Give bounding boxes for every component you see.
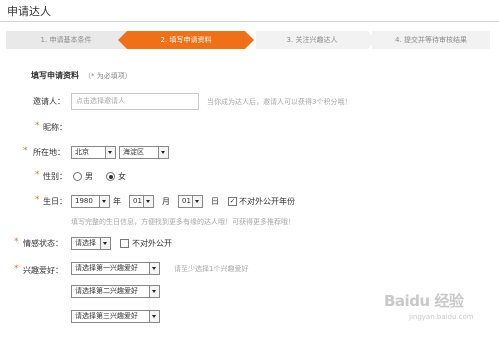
interest-1-select[interactable]: 请选择第一兴趣爱好 (71, 262, 160, 275)
chevron-down-icon (158, 147, 168, 158)
nickname-label: 昵称： (43, 123, 67, 132)
relationship-label: 情感状态： (23, 239, 63, 248)
step-arrow-active (245, 31, 254, 49)
month-unit: 月 (162, 197, 170, 206)
interest-3-value: 请选择第三兴趣爱好 (75, 312, 138, 320)
chevron-down-icon (192, 196, 202, 207)
required-star: * (35, 170, 40, 180)
step-1-label: 1. 申请基本条件 (40, 36, 92, 44)
hide-year-checkbox[interactable]: ✓ (228, 197, 237, 206)
required-star: * (35, 121, 40, 131)
gender-male-label: 男 (85, 172, 93, 181)
hide-year-label: 不对外公开年份 (239, 197, 295, 206)
required-note: （* 为必填项） (84, 72, 132, 80)
day-unit: 日 (211, 197, 219, 206)
chevron-down-icon (143, 196, 153, 207)
province-select[interactable]: 北京 (71, 146, 116, 159)
interest-2-value: 请选择第二兴趣爱好 (75, 287, 138, 295)
province-value: 北京 (75, 148, 89, 156)
inviter-hint: 当你成为达人后，邀请人可以获得3个积分哦！ (207, 98, 352, 106)
step-2-label: 2. 填写申请资料 (160, 36, 212, 44)
inviter-input[interactable]: 点击选择邀请人 (71, 93, 199, 110)
relationship-value: 请选择 (75, 239, 96, 247)
birth-day-value: 01 (182, 197, 191, 205)
gender-label: 性别： (43, 172, 67, 181)
chevron-down-icon (99, 196, 109, 207)
step-progress: 1. 申请基本条件 2. 填写申请资料 3. 关注兴趣达人 4. 提交并等待审核… (6, 31, 490, 49)
step-1: 1. 申请基本条件 (6, 31, 126, 49)
relationship-select[interactable]: 请选择 (71, 237, 111, 250)
birth-month-value: 01 (133, 197, 142, 205)
required-star: * (14, 237, 19, 247)
birthday-hint: 填写完整的生日信息，方便找到更多有缘的达人哦！可获得更多推荐哦！ (71, 218, 295, 226)
required-star: * (23, 146, 28, 156)
chevron-down-icon (149, 286, 159, 297)
title-divider (0, 21, 499, 22)
interest-3-select[interactable]: 请选择第三兴趣爱好 (71, 310, 160, 323)
birth-year-value: 1980 (75, 197, 93, 205)
chevron-down-icon (100, 238, 110, 249)
hide-relationship-label: 不对外公开 (132, 239, 172, 248)
watermark-url: jingyan.baidu.com (409, 313, 474, 321)
step-2: 2. 填写申请资料 (127, 31, 245, 49)
year-unit: 年 (113, 197, 121, 206)
required-star: * (35, 195, 40, 205)
birth-year-select[interactable]: 1980 (71, 195, 110, 208)
birth-month-select[interactable]: 01 (129, 195, 154, 208)
chevron-down-icon (105, 147, 115, 158)
page-title: 申请达人 (7, 5, 51, 18)
interests-label: 兴趣爱好： (23, 266, 63, 275)
interests-hint: 请至少选择1个兴趣爱好 (174, 265, 249, 273)
checkmark-icon: ✓ (229, 197, 236, 205)
district-value: 海淀区 (123, 148, 144, 156)
step-3-label: 3. 关注兴趣达人 (286, 36, 338, 44)
step-separator (118, 31, 127, 49)
required-star: * (14, 264, 19, 274)
step-3: 3. 关注兴趣达人 (256, 31, 368, 49)
district-select[interactable]: 海淀区 (119, 146, 169, 159)
inviter-label: 邀请人： (33, 97, 65, 106)
interest-1-value: 请选择第一兴趣爱好 (75, 264, 138, 272)
gender-male-radio[interactable] (73, 172, 82, 181)
gender-female-radio[interactable] (106, 172, 115, 181)
chevron-down-icon (149, 311, 159, 322)
gender-female-label: 女 (118, 172, 126, 181)
step-4-label: 4. 提交并等待审核结果 (395, 36, 467, 44)
chevron-down-icon (149, 263, 159, 274)
hide-relationship-checkbox[interactable] (120, 239, 129, 248)
location-label: 所在地： (33, 148, 65, 157)
interest-2-select[interactable]: 请选择第二兴趣爱好 (71, 285, 160, 298)
step-4: 4. 提交并等待审核结果 (372, 31, 490, 49)
watermark-logo: Baidu 经验 (384, 292, 464, 310)
section-title: 填写申请资料 (31, 71, 79, 80)
birthday-label: 生日： (43, 197, 67, 206)
birth-day-select[interactable]: 01 (178, 195, 203, 208)
